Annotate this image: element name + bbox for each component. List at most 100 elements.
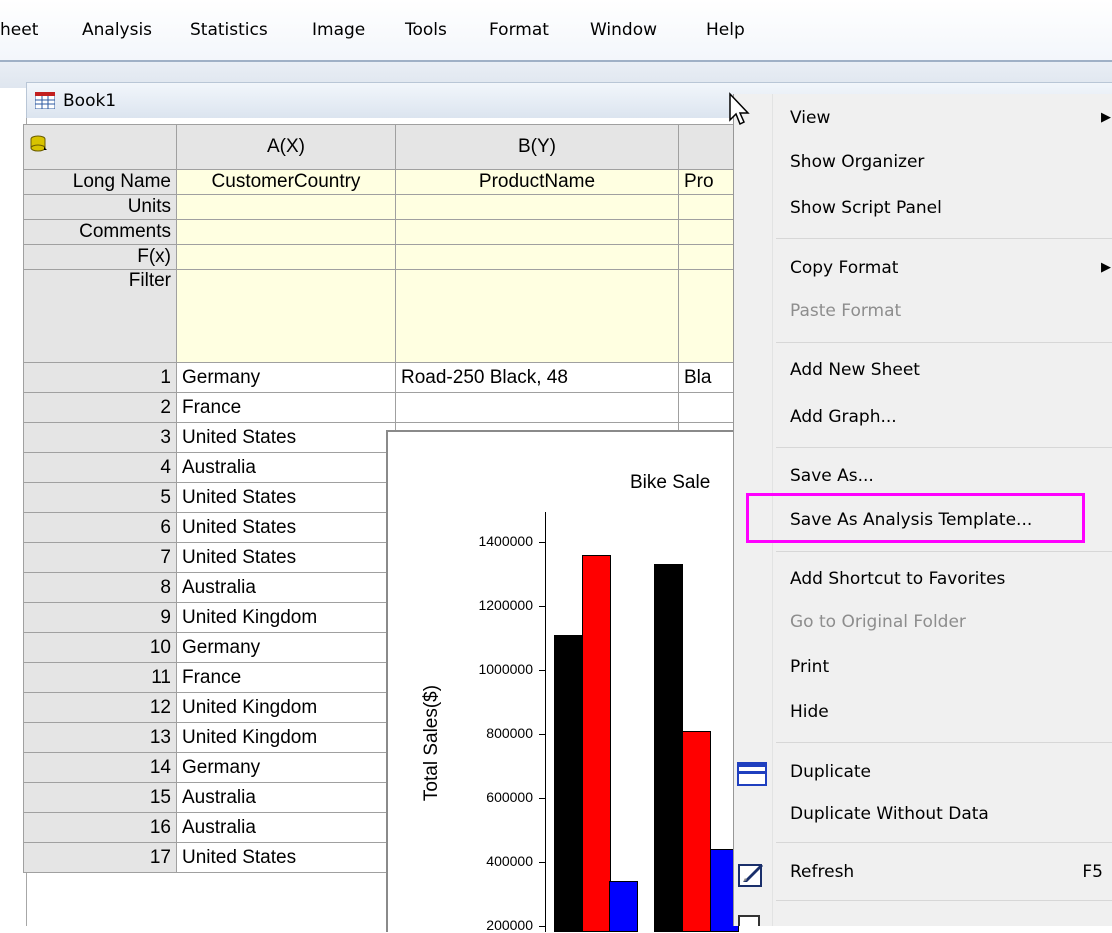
y-tick-label: 1400000: [478, 533, 533, 549]
long-name-c[interactable]: Pro: [678, 169, 740, 195]
cell-a[interactable]: France: [176, 392, 396, 423]
menu-show-script-panel[interactable]: Show Script Panel: [790, 198, 942, 218]
units-a[interactable]: [176, 194, 396, 220]
partial-icon: [738, 915, 760, 926]
menu-worksheet[interactable]: heet: [0, 20, 38, 40]
row-number[interactable]: 14: [23, 752, 177, 783]
menu-refresh[interactable]: Refresh: [790, 862, 854, 882]
menu-duplicate[interactable]: Duplicate: [790, 762, 871, 782]
cell-a[interactable]: United Kingdom: [176, 692, 396, 723]
cell-a[interactable]: Australia: [176, 782, 396, 813]
row-number[interactable]: 2: [23, 392, 177, 423]
fx-c[interactable]: [678, 244, 740, 270]
menu-add-new-sheet[interactable]: Add New Sheet: [790, 360, 920, 380]
cell-b[interactable]: Road-250 Black, 48: [395, 362, 679, 393]
cell-a[interactable]: Australia: [176, 572, 396, 603]
menu-view[interactable]: View: [790, 108, 830, 128]
cell-a[interactable]: United States: [176, 842, 396, 873]
menu-add-graph[interactable]: Add Graph...: [790, 407, 897, 427]
cell-a[interactable]: Australia: [176, 812, 396, 843]
cell-a[interactable]: Germany: [176, 752, 396, 783]
menu-save-as[interactable]: Save As...: [790, 466, 874, 486]
menu-copy-format[interactable]: Copy Format: [790, 258, 898, 278]
menu-print[interactable]: Print: [790, 657, 829, 677]
menu-show-organizer[interactable]: Show Organizer: [790, 152, 924, 172]
cell-a[interactable]: United Kingdom: [176, 722, 396, 753]
long-name-a[interactable]: CustomerCountry: [176, 169, 396, 195]
corner-button[interactable]: [23, 124, 177, 170]
row-number[interactable]: 9: [23, 602, 177, 633]
row-number[interactable]: 10: [23, 632, 177, 663]
menu-go-to-original-folder: Go to Original Folder: [790, 612, 966, 632]
comments-c[interactable]: [678, 219, 740, 245]
submenu-arrow-icon: ▶: [1101, 260, 1111, 275]
row-number[interactable]: 13: [23, 722, 177, 753]
comments-a[interactable]: [176, 219, 396, 245]
mouse-pointer-icon: [729, 92, 750, 126]
row-number[interactable]: 1: [23, 362, 177, 393]
menu-tools[interactable]: Tools: [405, 20, 447, 40]
menu-format[interactable]: Format: [489, 20, 549, 40]
cell-c[interactable]: Bla: [678, 362, 740, 393]
cell-a[interactable]: United Kingdom: [176, 602, 396, 633]
row-label-comments: Comments: [23, 219, 177, 245]
menu-help[interactable]: Help: [706, 20, 745, 40]
database-icon: [30, 135, 47, 152]
row-label-units: Units: [23, 194, 177, 220]
row-number[interactable]: 15: [23, 782, 177, 813]
units-b[interactable]: [395, 194, 679, 220]
cell-a[interactable]: United States: [176, 422, 396, 453]
filter-b[interactable]: [395, 269, 679, 363]
column-header-c[interactable]: [678, 124, 740, 170]
duplicate-icon: [737, 762, 767, 786]
menu-bar: heet Analysis Statistics Image Tools For…: [0, 0, 1112, 61]
y-tick-mark: [539, 542, 546, 543]
units-c[interactable]: [678, 194, 740, 220]
menu-statistics[interactable]: Statistics: [190, 20, 268, 40]
row-number[interactable]: 16: [23, 812, 177, 843]
column-header-a[interactable]: A(X): [176, 124, 396, 170]
menu-hide[interactable]: Hide: [790, 702, 829, 722]
cell-b[interactable]: [395, 392, 679, 423]
row-number[interactable]: 6: [23, 512, 177, 543]
filter-a[interactable]: [176, 269, 396, 363]
y-axis-label: Total Sales($): [421, 684, 443, 802]
row-number[interactable]: 3: [23, 422, 177, 453]
bar: [682, 730, 711, 932]
menu-analysis[interactable]: Analysis: [82, 20, 152, 40]
menu-separator: [776, 842, 1112, 843]
y-tick-label: 600000: [486, 789, 533, 805]
row-number[interactable]: 5: [23, 482, 177, 513]
row-number[interactable]: 8: [23, 572, 177, 603]
y-axis-line: [545, 512, 546, 932]
y-tick-label: 1000000: [478, 661, 533, 677]
cell-a[interactable]: United States: [176, 482, 396, 513]
row-number[interactable]: 7: [23, 542, 177, 573]
cell-a[interactable]: Australia: [176, 452, 396, 483]
menu-add-shortcut-favorites[interactable]: Add Shortcut to Favorites: [790, 569, 1005, 589]
submenu-arrow-icon: ▶: [1101, 110, 1111, 125]
menu-window[interactable]: Window: [590, 20, 657, 40]
fx-a[interactable]: [176, 244, 396, 270]
cell-a[interactable]: United States: [176, 542, 396, 573]
y-tick-label: 200000: [486, 917, 533, 933]
bar: [609, 881, 638, 932]
row-number[interactable]: 4: [23, 452, 177, 483]
cell-a[interactable]: France: [176, 662, 396, 693]
comments-b[interactable]: [395, 219, 679, 245]
menu-image[interactable]: Image: [312, 20, 365, 40]
row-number[interactable]: 11: [23, 662, 177, 693]
cell-a[interactable]: United States: [176, 512, 396, 543]
cell-a[interactable]: Germany: [176, 632, 396, 663]
menu-duplicate-without-data[interactable]: Duplicate Without Data: [790, 804, 989, 824]
row-number[interactable]: 17: [23, 842, 177, 873]
cell-c[interactable]: [678, 392, 740, 423]
cell-a[interactable]: Germany: [176, 362, 396, 393]
graph-window[interactable]: Bike Sale Total Sales($) 1400000 1200000 1…: [386, 430, 748, 933]
fx-b[interactable]: [395, 244, 679, 270]
column-header-b[interactable]: B(Y): [395, 124, 679, 170]
row-number[interactable]: 12: [23, 692, 177, 723]
filter-c[interactable]: [678, 269, 740, 363]
long-name-b[interactable]: ProductName: [395, 169, 679, 195]
y-tick-label: 400000: [486, 853, 533, 869]
